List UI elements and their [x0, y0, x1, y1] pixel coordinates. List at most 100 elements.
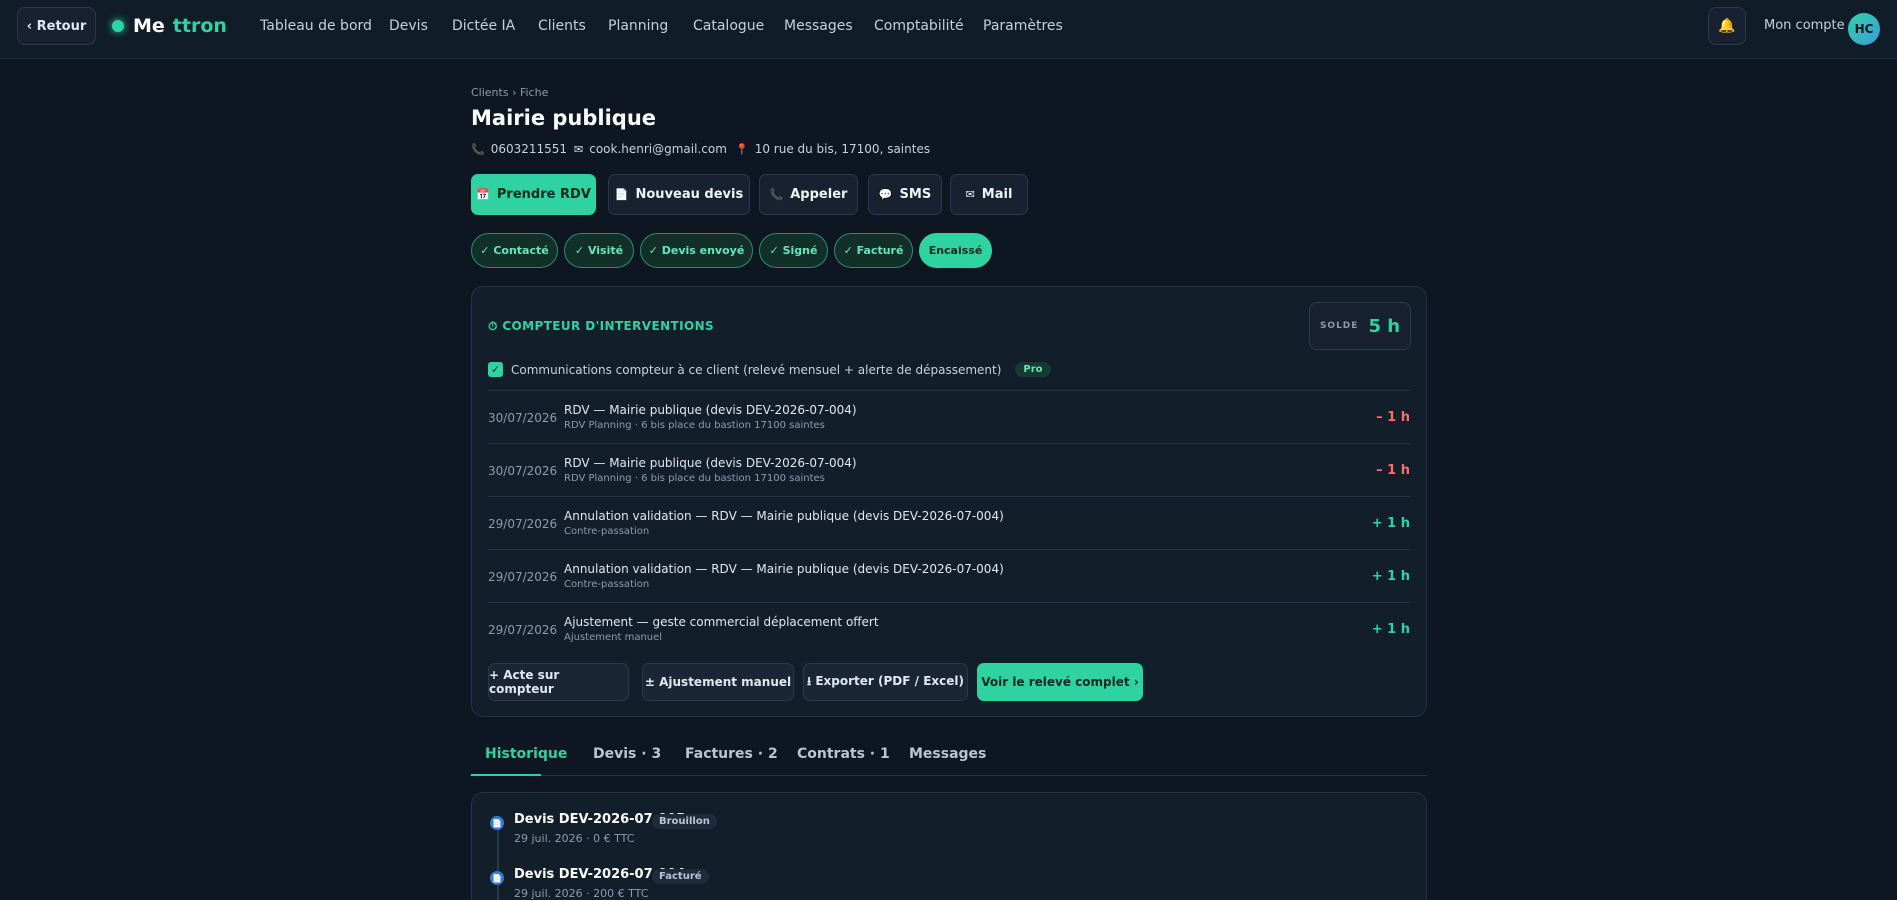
- status-chip-signe[interactable]: ✓ Signé: [759, 233, 828, 268]
- history-item-meta: 29 juil. 2026 · 200 € TTC: [514, 887, 649, 900]
- page-title: Mairie publique: [471, 106, 657, 130]
- pro-badge: Pro: [1015, 362, 1051, 377]
- status-chip-visite[interactable]: ✓ Visité: [564, 233, 634, 268]
- ledger-label: Annulation validation — RDV — Mairie pub…: [564, 509, 1004, 523]
- notifications-button[interactable]: 🔔: [1708, 7, 1746, 45]
- status-chip-encaisse[interactable]: Encaissé: [919, 233, 992, 268]
- tab-historique[interactable]: Historique: [485, 746, 567, 762]
- export-button[interactable]: ⭳ Exporter (PDF / Excel): [803, 663, 968, 701]
- ledger-date: 30/07/2026: [488, 411, 558, 425]
- phone-icon: 📞: [471, 142, 485, 156]
- ledger-row[interactable]: 29/07/2026 Annulation validation — RDV —…: [488, 496, 1410, 549]
- client-address-value: 10 rue du bis, 17100, saintes: [754, 142, 931, 156]
- add-counter-act-button[interactable]: + Acte sur compteur: [488, 663, 629, 701]
- call-button[interactable]: 📞 Appeler: [759, 174, 858, 215]
- timeline-line: [497, 821, 499, 900]
- ledger-sub: Contre-passation: [564, 526, 650, 537]
- ledger-sub: RDV Planning · 6 bis place du bastion 17…: [564, 473, 825, 484]
- call-label: Appeler: [790, 187, 848, 202]
- app-logo[interactable]: Me ttron: [112, 15, 227, 37]
- counter-ledger: 30/07/2026 RDV — Mairie publique (devis …: [488, 390, 1410, 655]
- account-menu-label[interactable]: Mon compte: [1764, 18, 1845, 33]
- ledger-row[interactable]: 29/07/2026 Annulation validation — RDV —…: [488, 549, 1410, 602]
- ledger-label: Ajustement — geste commercial déplacemen…: [564, 615, 879, 629]
- history-item-meta: 29 juil. 2026 · 0 € TTC: [514, 832, 635, 845]
- ledger-date: 30/07/2026: [488, 464, 558, 478]
- nav-item-devis[interactable]: Devis: [389, 18, 428, 38]
- status-badge: Facturé: [652, 869, 709, 884]
- nav-item-dictee-ia[interactable]: Dictée IA: [452, 18, 515, 38]
- bell-icon: 🔔: [1718, 18, 1736, 34]
- balance-label: SOLDE: [1319, 321, 1359, 331]
- ledger-date: 29/07/2026: [488, 517, 558, 531]
- ledger-row[interactable]: 30/07/2026 RDV — Mairie publique (devis …: [488, 443, 1410, 496]
- book-appointment-button[interactable]: 📅 Prendre RDV: [471, 174, 596, 215]
- client-phone[interactable]: 📞 0603211551: [471, 142, 567, 156]
- calendar-icon: 📅: [476, 188, 490, 201]
- history-timeline: 📄 Devis DEV-2026-07-005 Brouillon 29 jui…: [471, 792, 1427, 900]
- status-chip-facture[interactable]: ✓ Facturé: [834, 233, 913, 268]
- ledger-label: RDV — Mairie publique (devis DEV-2026-07…: [564, 456, 857, 470]
- status-chip-devis-envoye[interactable]: ✓ Devis envoyé: [640, 233, 753, 268]
- counter-communications-label: Communications compteur à ce client (rel…: [511, 362, 1002, 377]
- document-icon: 📄: [490, 871, 504, 885]
- ledger-label: Annulation validation — RDV — Mairie pub…: [564, 562, 1004, 576]
- ledger-row[interactable]: 29/07/2026 Ajustement — geste commercial…: [488, 602, 1410, 655]
- document-icon: 📄: [614, 188, 629, 201]
- balance-box: SOLDE 5 h: [1309, 302, 1411, 350]
- status-chip-contacte[interactable]: ✓ Contacté: [471, 233, 558, 268]
- ledger-sub: Ajustement manuel: [564, 632, 663, 643]
- document-icon: 📄: [490, 816, 504, 830]
- ledger-amount: + 1 h: [1371, 569, 1410, 584]
- phone-icon: 📞: [769, 188, 784, 201]
- location-pin-icon: 📍: [735, 142, 749, 156]
- nav-item-comptabilite[interactable]: Comptabilité: [874, 18, 964, 38]
- book-appointment-label: Prendre RDV: [496, 187, 591, 202]
- breadcrumb: Clients › Fiche: [471, 86, 549, 99]
- tab-messages[interactable]: Messages: [909, 746, 986, 762]
- mail-icon: ✉: [574, 142, 584, 156]
- logo-text-part2: ttron: [172, 15, 227, 37]
- active-tab-indicator: [471, 774, 541, 776]
- intervention-counter-card: ⏱ COMPTEUR D'INTERVENTIONS SOLDE 5 h ✓ C…: [471, 286, 1427, 717]
- ledger-row[interactable]: 30/07/2026 RDV — Mairie publique (devis …: [488, 390, 1410, 443]
- tab-factures[interactable]: Factures · 2: [685, 746, 778, 762]
- sms-label: SMS: [899, 187, 932, 202]
- sms-button[interactable]: 💬 SMS: [868, 174, 942, 215]
- manual-adjustment-button[interactable]: ± Ajustement manuel: [642, 663, 794, 701]
- ledger-sub: RDV Planning · 6 bis place du bastion 17…: [564, 420, 825, 431]
- chat-bubble-icon: 💬: [878, 188, 893, 201]
- new-quote-button[interactable]: 📄 Nouveau devis: [608, 174, 750, 215]
- nav-item-clients[interactable]: Clients: [538, 18, 586, 38]
- client-address: 📍 10 rue du bis, 17100, saintes: [735, 142, 930, 156]
- tab-devis[interactable]: Devis · 3: [593, 746, 661, 762]
- nav-item-catalogue[interactable]: Catalogue: [693, 18, 764, 38]
- logo-dot-icon: [112, 20, 124, 32]
- mail-label: Mail: [981, 187, 1013, 202]
- tab-contrats[interactable]: Contrats · 1: [797, 746, 890, 762]
- nav-item-planning[interactable]: Planning: [608, 18, 668, 38]
- ledger-sub: Contre-passation: [564, 579, 650, 590]
- ledger-amount: – 1 h: [1376, 463, 1410, 478]
- ledger-date: 29/07/2026: [488, 570, 558, 584]
- balance-value: 5 h: [1368, 315, 1401, 337]
- counter-communications-option[interactable]: ✓ Communications compteur à ce client (r…: [488, 362, 1051, 377]
- back-button[interactable]: ‹ Retour: [17, 7, 96, 45]
- counter-communications-checkbox[interactable]: ✓: [488, 362, 503, 377]
- logo-text-part1: Me: [133, 15, 165, 37]
- nav-item-messages[interactable]: Messages: [784, 18, 853, 38]
- top-navigation-bar: ‹ Retour Me ttron Tableau de bord Devis …: [0, 0, 1897, 59]
- ledger-amount: + 1 h: [1371, 516, 1410, 531]
- status-badge: Brouillon: [652, 814, 717, 829]
- new-quote-label: Nouveau devis: [635, 187, 744, 202]
- nav-item-tableau-de-bord[interactable]: Tableau de bord: [260, 18, 372, 38]
- client-tabs: Historique Devis · 3 Factures · 2 Contra…: [471, 736, 1427, 776]
- nav-item-parametres[interactable]: Paramètres: [983, 18, 1063, 38]
- ledger-amount: + 1 h: [1371, 622, 1410, 637]
- mail-button[interactable]: ✉ Mail: [950, 174, 1028, 215]
- client-email[interactable]: ✉ cook.henri@gmail.com: [574, 142, 727, 156]
- avatar[interactable]: HC: [1848, 13, 1880, 45]
- client-phone-value: 0603211551: [490, 142, 568, 156]
- counter-title: ⏱ COMPTEUR D'INTERVENTIONS: [488, 319, 715, 333]
- view-full-statement-button[interactable]: Voir le relevé complet ›: [977, 663, 1143, 701]
